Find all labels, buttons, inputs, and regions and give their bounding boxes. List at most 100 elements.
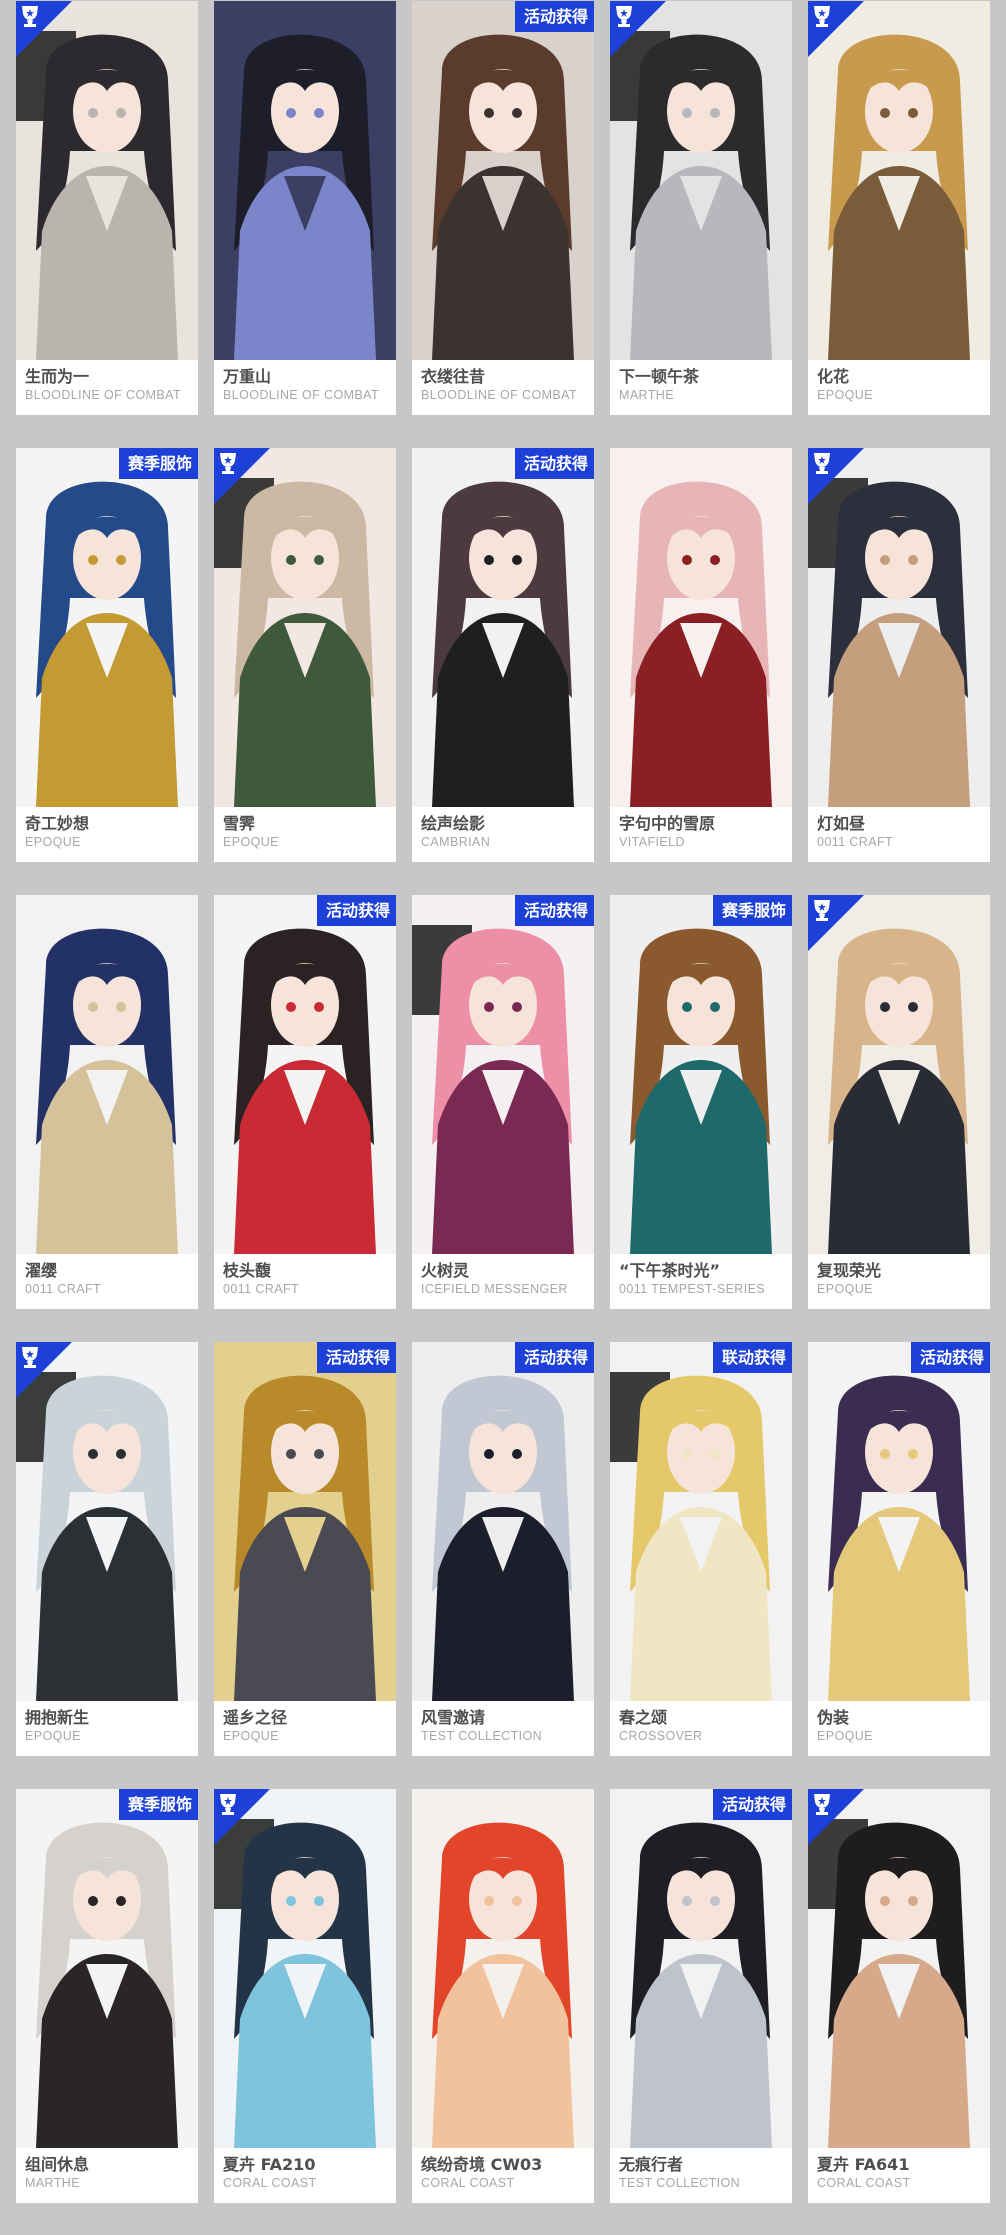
- outfit-name: 字句中的雪原: [619, 814, 716, 833]
- outfit-name: 复现荣光: [817, 1261, 882, 1280]
- outfit-info: 字句中的雪原 VITAFIELD: [610, 807, 792, 862]
- outfit-name: 夏卉 FA210: [223, 2155, 316, 2174]
- outfit-info: 生而为一 BLOODLINE OF COMBAT: [16, 360, 198, 415]
- outfit-series: TEST COLLECTION: [619, 2176, 741, 2190]
- outfit-info: 无痕行者 TEST COLLECTION: [610, 2148, 792, 2203]
- outfit-card[interactable]: 活动获得 绘声绘影 CAMBRIAN: [412, 448, 594, 862]
- outfit-series: 0011 CRAFT: [817, 835, 894, 849]
- outfit-name: 风雪邀请: [421, 1708, 486, 1727]
- outfit-info: 组间休息 MARTHE: [16, 2148, 198, 2203]
- outfit-name: 春之颂: [619, 1708, 668, 1727]
- outfit-artwork: 赛季服饰: [16, 1789, 198, 2148]
- outfit-series: CROSSOVER: [619, 1729, 703, 1743]
- outfit-name: 枝头馥: [223, 1261, 272, 1280]
- outfit-artwork: [610, 448, 792, 807]
- outfit-info: 夏卉 FA210 CORAL COAST: [214, 2148, 396, 2203]
- outfit-artwork: 活动获得: [412, 895, 594, 1254]
- acquisition-tag: 活动获得: [514, 895, 594, 926]
- character-illustration: [412, 1, 594, 360]
- outfit-artwork: [808, 1, 990, 360]
- trophy-badge-icon: [808, 448, 864, 504]
- character-illustration: [412, 895, 594, 1254]
- outfit-card[interactable]: 生而为一 BLOODLINE OF COMBAT: [16, 1, 198, 415]
- outfit-card[interactable]: 活动获得 伪装 EPOQUE: [808, 1342, 990, 1756]
- outfit-artwork: 联动获得: [610, 1342, 792, 1701]
- trophy-badge-icon: [16, 1, 72, 57]
- outfit-card[interactable]: 灯如昼 0011 CRAFT: [808, 448, 990, 862]
- outfit-card[interactable]: 活动获得 火树灵 ICEFIELD MESSENGER: [412, 895, 594, 1309]
- outfit-card[interactable]: 活动获得 风雪邀请 TEST COLLECTION: [412, 1342, 594, 1756]
- outfit-name: “下午茶时光”: [619, 1261, 721, 1280]
- outfit-card[interactable]: 联动获得 春之颂 CROSSOVER: [610, 1342, 792, 1756]
- outfit-artwork: [214, 1, 396, 360]
- outfit-card[interactable]: 字句中的雪原 VITAFIELD: [610, 448, 792, 862]
- outfit-name: 遥乡之径: [223, 1708, 288, 1727]
- outfit-name: 下一顿午茶: [619, 367, 700, 386]
- outfit-name: 濯缨: [25, 1261, 58, 1280]
- acquisition-tag: 赛季服饰: [118, 448, 198, 479]
- outfit-info: 濯缨 0011 CRAFT: [16, 1254, 198, 1309]
- outfit-name: 万重山: [223, 367, 272, 386]
- outfit-series: 0011 TEMPEST-SERIES: [619, 1282, 766, 1296]
- outfit-artwork: [412, 1789, 594, 2148]
- outfit-info: 缤纷奇境 CW03 CORAL COAST: [412, 2148, 594, 2203]
- character-illustration: [610, 895, 792, 1254]
- outfit-card[interactable]: 下一顿午茶 MARTHE: [610, 1, 792, 415]
- outfit-series: EPOQUE: [25, 835, 81, 849]
- outfit-card[interactable]: 赛季服饰 组间休息 MARTHE: [16, 1789, 198, 2203]
- acquisition-tag: 活动获得: [910, 1342, 990, 1373]
- outfit-card[interactable]: 赛季服饰 “下午茶时光” 0011 TEMPEST-SERIES: [610, 895, 792, 1309]
- acquisition-tag: 活动获得: [712, 1789, 792, 1820]
- outfit-info: 伪装 EPOQUE: [808, 1701, 990, 1756]
- outfit-artwork: 活动获得: [412, 1342, 594, 1701]
- outfit-series: BLOODLINE OF COMBAT: [421, 388, 578, 402]
- outfit-info: 夏卉 FA641 CORAL COAST: [808, 2148, 990, 2203]
- acquisition-tag: 活动获得: [316, 895, 396, 926]
- outfit-artwork: [808, 895, 990, 1254]
- outfit-series: EPOQUE: [25, 1729, 81, 1743]
- outfit-grid: 生而为一 BLOODLINE OF COMBAT 万重山 BLOODLINE O…: [16, 0, 992, 2203]
- outfit-series: EPOQUE: [817, 1729, 873, 1743]
- outfit-card[interactable]: 活动获得 无痕行者 TEST COLLECTION: [610, 1789, 792, 2203]
- outfit-card[interactable]: 雪霁 EPOQUE: [214, 448, 396, 862]
- outfit-info: 奇工妙想 EPOQUE: [16, 807, 198, 862]
- outfit-card[interactable]: 赛季服饰 奇工妙想 EPOQUE: [16, 448, 198, 862]
- outfit-name: 雪霁: [223, 814, 256, 833]
- outfit-card[interactable]: 活动获得 遥乡之径 EPOQUE: [214, 1342, 396, 1756]
- outfit-info: 绘声绘影 CAMBRIAN: [412, 807, 594, 862]
- outfit-series: TEST COLLECTION: [421, 1729, 543, 1743]
- outfit-card[interactable]: 活动获得 衣缕往昔 BLOODLINE OF COMBAT: [412, 1, 594, 415]
- outfit-name: 缤纷奇境 CW03: [421, 2155, 543, 2174]
- outfit-name: 火树灵: [421, 1261, 470, 1280]
- outfit-series: 0011 CRAFT: [25, 1282, 102, 1296]
- outfit-card[interactable]: 万重山 BLOODLINE OF COMBAT: [214, 1, 396, 415]
- outfit-card[interactable]: 夏卉 FA210 CORAL COAST: [214, 1789, 396, 2203]
- outfit-artwork: 赛季服饰: [610, 895, 792, 1254]
- outfit-info: 衣缕往昔 BLOODLINE OF COMBAT: [412, 360, 594, 415]
- outfit-artwork: [16, 1342, 198, 1701]
- outfit-card[interactable]: 拥抱新生 EPOQUE: [16, 1342, 198, 1756]
- outfit-card[interactable]: 缤纷奇境 CW03 CORAL COAST: [412, 1789, 594, 2203]
- outfit-card[interactable]: 复现荣光 EPOQUE: [808, 895, 990, 1309]
- outfit-artwork: [214, 448, 396, 807]
- outfit-series: ICEFIELD MESSENGER: [421, 1282, 568, 1296]
- outfit-artwork: 活动获得: [214, 895, 396, 1254]
- character-illustration: [610, 448, 792, 807]
- outfit-info: 枝头馥 0011 CRAFT: [214, 1254, 396, 1309]
- outfit-name: 衣缕往昔: [421, 367, 486, 386]
- trophy-badge-icon: [808, 1, 864, 57]
- outfit-info: 火树灵 ICEFIELD MESSENGER: [412, 1254, 594, 1309]
- character-illustration: [808, 1342, 990, 1701]
- acquisition-tag: 赛季服饰: [712, 895, 792, 926]
- outfit-card[interactable]: 濯缨 0011 CRAFT: [16, 895, 198, 1309]
- outfit-card[interactable]: 夏卉 FA641 CORAL COAST: [808, 1789, 990, 2203]
- character-illustration: [610, 1342, 792, 1701]
- outfit-card[interactable]: 活动获得 枝头馥 0011 CRAFT: [214, 895, 396, 1309]
- trophy-badge-icon: [214, 1789, 270, 1845]
- outfit-info: “下午茶时光” 0011 TEMPEST-SERIES: [610, 1254, 792, 1309]
- outfit-series: EPOQUE: [223, 1729, 279, 1743]
- outfit-artwork: [808, 1789, 990, 2148]
- outfit-series: 0011 CRAFT: [223, 1282, 300, 1296]
- outfit-card[interactable]: 化花 EPOQUE: [808, 1, 990, 415]
- outfit-artwork: [16, 895, 198, 1254]
